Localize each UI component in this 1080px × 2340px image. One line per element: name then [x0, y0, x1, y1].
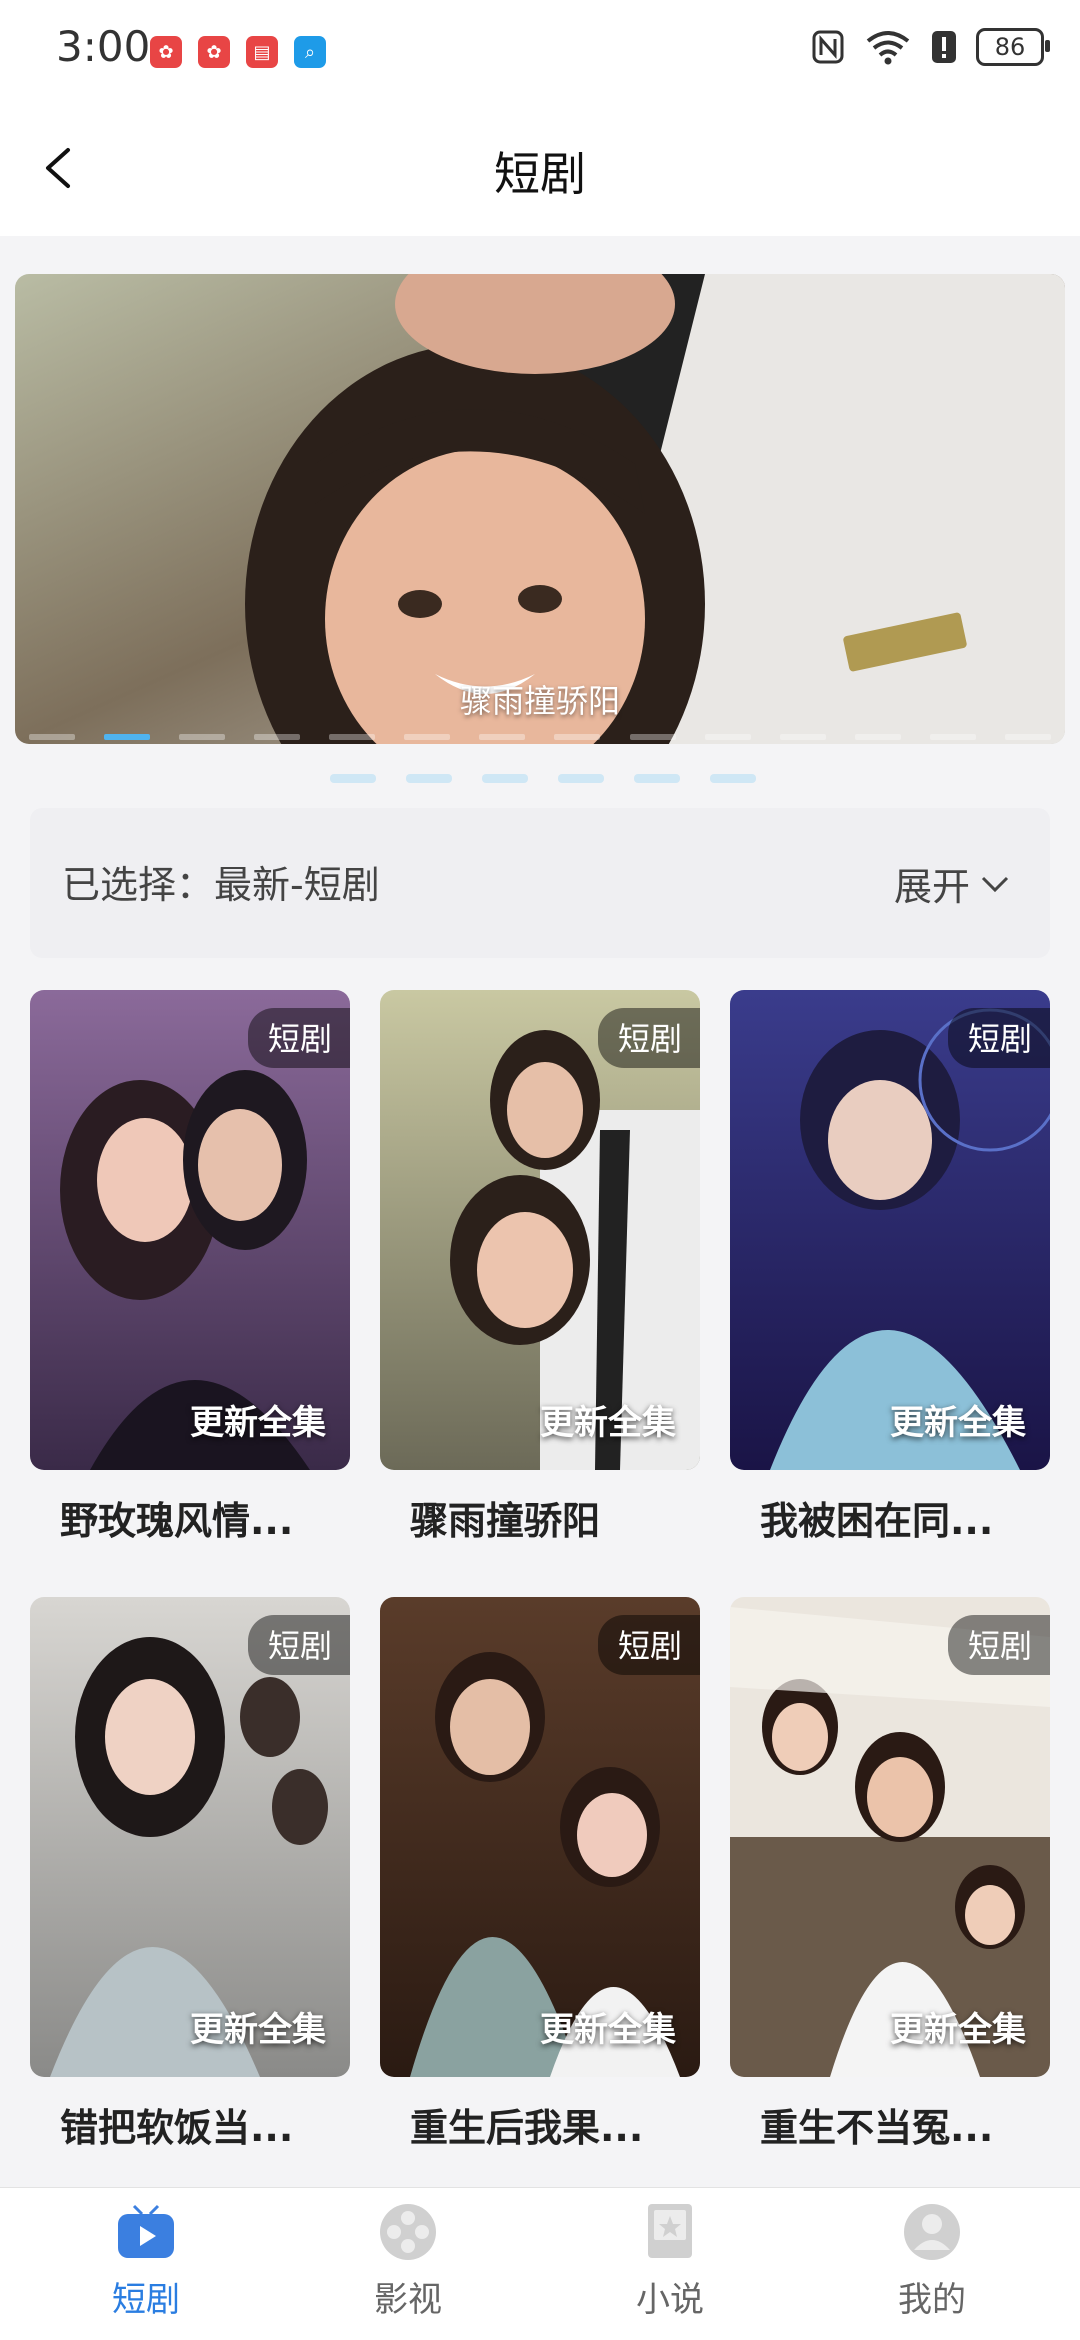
film-reel-icon: [380, 2204, 436, 2260]
poster-image: 短剧 更新全集: [730, 990, 1050, 1470]
wifi-icon: [866, 31, 910, 65]
tab-profile[interactable]: 我的: [852, 2202, 1012, 2321]
drama-card[interactable]: 短剧 更新全集 重生不当冤...: [730, 1597, 1050, 2150]
expand-label: 展开: [893, 865, 970, 909]
update-status: 更新全集: [890, 2010, 1026, 2050]
book-app-icon: ▤: [246, 36, 278, 68]
chevron-down-icon: [981, 876, 1009, 892]
drama-card[interactable]: 短剧 更新全集 重生后我果...: [380, 1597, 700, 2150]
huawei-app-icon: ✿: [150, 36, 182, 68]
card-title: 我被困在同...: [760, 1499, 994, 1543]
banner-image: [15, 274, 1065, 744]
drama-card[interactable]: 短剧 更新全集 我被困在同...: [730, 990, 1050, 1543]
card-title: 重生不当冤...: [760, 2106, 994, 2150]
category-tag: 短剧: [247, 1008, 350, 1068]
filter-bar: 已选择：最新-短剧 展开: [30, 808, 1050, 958]
category-tag: 短剧: [247, 1615, 350, 1675]
poster-image: 短剧 更新全集: [30, 990, 350, 1470]
category-tag: 短剧: [597, 1008, 700, 1068]
category-tag: 短剧: [947, 1615, 1050, 1675]
battery-indicator: 86: [976, 28, 1050, 66]
page-title: 短剧: [494, 147, 586, 201]
poster-image: 短剧 更新全集: [30, 1597, 350, 2077]
banner-carousel[interactable]: 骤雨撞骄阳: [15, 274, 1065, 744]
poster-image: 短剧 更新全集: [730, 1597, 1050, 2077]
card-title: 野玫瑰风情...: [60, 1499, 294, 1543]
alert-icon: [932, 31, 956, 63]
update-status: 更新全集: [190, 1403, 326, 1443]
tab-label: 我的: [898, 2280, 966, 2320]
tab-label: 影视: [374, 2280, 442, 2320]
book-icon: [648, 2204, 692, 2258]
category-tag: 短剧: [597, 1615, 700, 1675]
drama-card[interactable]: 短剧 更新全集 野玫瑰风情...: [30, 990, 350, 1543]
card-title: 骤雨撞骄阳: [410, 1499, 601, 1543]
banner-progress-strip: [15, 734, 1065, 740]
update-status: 更新全集: [190, 2010, 326, 2050]
top-nav-bar: 短剧: [0, 100, 1080, 236]
category-tag: 短剧: [947, 1008, 1050, 1068]
selected-filter-label: 已选择：最新-短剧: [62, 863, 380, 907]
banner-title: 骤雨撞骄阳: [459, 682, 620, 720]
card-title: 错把软饭当...: [60, 2106, 294, 2150]
tv-icon: [118, 2204, 174, 2258]
update-status: 更新全集: [540, 2010, 676, 2050]
tab-short-drama[interactable]: 短剧: [66, 2202, 226, 2321]
poster-image: 短剧 更新全集: [380, 1597, 700, 2077]
drama-card[interactable]: 短剧 更新全集 错把软饭当...: [30, 1597, 350, 2150]
status-bar: 3:00 ✿ ✿ ▤ ⌕ 86: [0, 0, 1080, 100]
search-app-icon: ⌕: [294, 36, 326, 68]
tab-movies[interactable]: 影视: [328, 2202, 488, 2321]
nfc-icon: [812, 30, 844, 64]
tab-novels[interactable]: 小说: [590, 2202, 750, 2321]
update-status: 更新全集: [540, 1403, 676, 1443]
expand-button[interactable]: 展开: [894, 856, 1010, 911]
update-status: 更新全集: [890, 1403, 1026, 1443]
huawei-app-icon: ✿: [198, 36, 230, 68]
status-time: 3:00: [56, 22, 151, 71]
tab-label: 短剧: [112, 2280, 180, 2320]
carousel-pagination: [330, 774, 756, 783]
card-title: 重生后我果...: [410, 2106, 644, 2150]
tab-label: 小说: [636, 2280, 704, 2320]
drama-card[interactable]: 短剧 更新全集 骤雨撞骄阳: [380, 990, 700, 1543]
bottom-tab-bar: 短剧 影视 小说 我的: [0, 2187, 1080, 2340]
poster-image: 短剧 更新全集: [380, 990, 700, 1470]
user-icon: [904, 2204, 960, 2260]
